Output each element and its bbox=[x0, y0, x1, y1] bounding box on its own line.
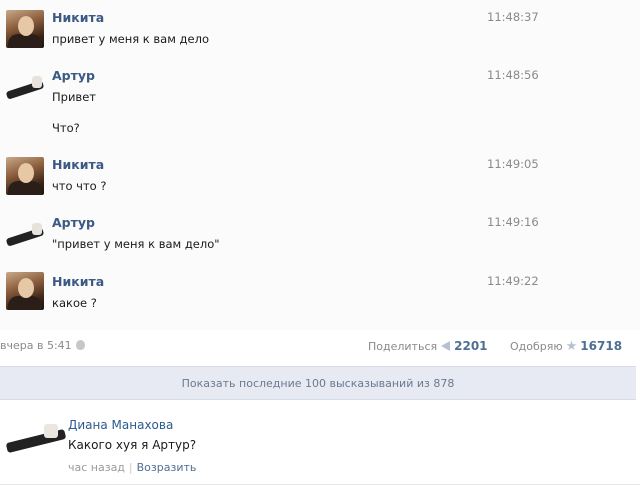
artur-avatar[interactable] bbox=[6, 215, 44, 253]
chat-log: Никита 11:48:37 привет у меня к вам дело… bbox=[0, 0, 640, 330]
reply-action-link[interactable]: Возразить bbox=[137, 461, 197, 474]
share-label: Поделиться bbox=[368, 340, 438, 353]
divider bbox=[0, 484, 640, 485]
message-time: 11:48:56 bbox=[487, 68, 539, 82]
nikita-avatar[interactable] bbox=[6, 272, 44, 310]
message-text: Что? bbox=[52, 121, 80, 135]
avatar-coat bbox=[8, 34, 42, 48]
show-more-label: Показать последние 100 высказываний из 8… bbox=[181, 377, 455, 390]
post-meta-row: вчера в 5:41 Поделиться 2201 Одобряю ★ 1671… bbox=[0, 336, 640, 356]
message-time: 11:49:16 bbox=[487, 215, 539, 229]
message-time: 11:49:22 bbox=[487, 274, 539, 288]
share-count: 2201 bbox=[454, 339, 488, 353]
apple-icon bbox=[75, 340, 85, 350]
message-text: "привет у меня к вам дело" bbox=[52, 237, 220, 251]
message-text: Привет bbox=[52, 90, 96, 104]
megaphone-icon bbox=[441, 341, 451, 351]
star-icon: ★ bbox=[565, 339, 578, 354]
message-author[interactable]: Артур bbox=[52, 68, 95, 83]
approve-count: 16718 bbox=[580, 339, 623, 353]
nikita-avatar[interactable] bbox=[6, 157, 44, 195]
avatar-hand bbox=[32, 223, 42, 235]
approve-label: Одобряю bbox=[510, 340, 563, 353]
message-time: 11:48:37 bbox=[487, 10, 539, 24]
reply-item: Диана Манахова Какого хуя я Артур? час н… bbox=[0, 400, 640, 490]
message-author[interactable]: Никита bbox=[52, 274, 104, 289]
avatar-face bbox=[18, 278, 34, 298]
message-author[interactable]: Никита bbox=[52, 157, 104, 172]
avatar-hand bbox=[32, 76, 42, 88]
avatar-face bbox=[18, 16, 34, 36]
reply-meta: час назад | Возразить bbox=[68, 461, 196, 474]
reply-text: Какого хуя я Артур? bbox=[68, 438, 197, 452]
message-text: что что ? bbox=[52, 179, 107, 193]
nikita-avatar[interactable] bbox=[6, 10, 44, 48]
show-more-button[interactable]: Показать последние 100 высказываний из 8… bbox=[0, 366, 636, 400]
message-text: привет у меня к вам дело bbox=[52, 32, 209, 46]
artur-avatar[interactable] bbox=[6, 68, 44, 106]
post-date-text: вчера в 5:41 bbox=[0, 339, 72, 352]
message-text: какое ? bbox=[52, 296, 97, 310]
approve-button[interactable]: Одобряю ★ 16718 bbox=[510, 339, 622, 354]
avatar-hand bbox=[44, 424, 58, 438]
reply-author[interactable]: Диана Манахова bbox=[68, 418, 173, 432]
share-button[interactable]: Поделиться 2201 bbox=[368, 339, 488, 353]
message-author[interactable]: Никита bbox=[52, 10, 104, 25]
message-time: 11:49:05 bbox=[487, 157, 539, 171]
reply-separator: | bbox=[128, 461, 133, 474]
avatar-coat bbox=[8, 181, 42, 195]
reply-time[interactable]: час назад bbox=[68, 461, 125, 474]
avatar-face bbox=[18, 163, 34, 183]
message-author[interactable]: Артур bbox=[52, 215, 95, 230]
avatar-coat bbox=[8, 296, 42, 310]
post-date[interactable]: вчера в 5:41 bbox=[0, 339, 85, 352]
commenter-avatar[interactable] bbox=[5, 412, 67, 462]
